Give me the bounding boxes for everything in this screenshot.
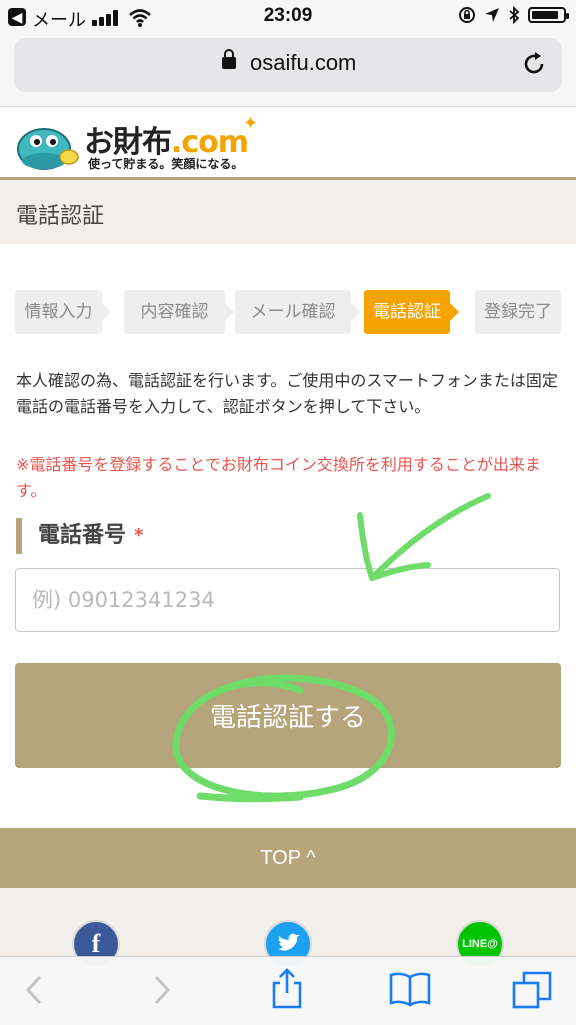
step-label: 登録完了 bbox=[484, 302, 552, 322]
mascot-logo-icon[interactable] bbox=[14, 119, 80, 171]
url-text[interactable]: osaifu.com bbox=[250, 50, 356, 76]
site-header: お財布.com ✦ 使って貯まる。笑顔になる。 bbox=[0, 107, 576, 180]
page-title-bar: 電話認証 bbox=[0, 180, 576, 244]
step-confirm: 内容確認 bbox=[124, 290, 234, 334]
step-label: 内容確認 bbox=[140, 302, 209, 322]
step-label: 電話認証 bbox=[373, 302, 441, 322]
phone-number-input[interactable] bbox=[15, 568, 560, 632]
step-label: メール確認 bbox=[250, 302, 336, 322]
forward-arrow-icon[interactable] bbox=[150, 973, 174, 1007]
annotation-arrow bbox=[357, 493, 491, 581]
bluetooth-icon bbox=[509, 6, 520, 24]
back-to-top-button[interactable]: TOP ^ bbox=[0, 828, 576, 888]
browser-chrome: osaifu.com bbox=[0, 34, 576, 107]
share-icon[interactable] bbox=[270, 967, 304, 1009]
back-arrow-icon[interactable] bbox=[22, 973, 46, 1007]
page-title: 電話認証 bbox=[16, 204, 105, 229]
battery-icon bbox=[528, 7, 569, 23]
lock-icon bbox=[222, 49, 236, 69]
tabs-icon[interactable] bbox=[512, 971, 552, 1009]
step-mail-confirm: メール確認 bbox=[235, 290, 360, 334]
bookmarks-icon[interactable] bbox=[388, 971, 432, 1007]
warning-text: ※電話番号を登録することでお財布コイン交換所を利用することが出来ます。 bbox=[16, 455, 541, 500]
step-complete: 登録完了 bbox=[475, 290, 561, 334]
instructions-text: 本人確認の為、電話認証を行います。ご使用中のスマートフォンまたは固定電話の電話番… bbox=[16, 371, 558, 416]
step-info-input: 情報入力 bbox=[15, 290, 111, 334]
orientation-lock-icon bbox=[459, 7, 475, 23]
location-icon bbox=[485, 8, 499, 22]
step-phone-auth: 電話認証 bbox=[364, 290, 459, 334]
reload-icon[interactable] bbox=[520, 50, 548, 78]
status-bar: ◀ メール 23:09 bbox=[0, 0, 576, 34]
progress-steps: 情報入力 内容確認 メール確認 電話認証 登録完了 bbox=[15, 290, 561, 334]
step-label: 情報入力 bbox=[24, 302, 93, 322]
required-mark: * bbox=[134, 525, 144, 546]
browser-toolbar bbox=[0, 956, 576, 1025]
logo-tagline: 使って貯まる。笑顔になる。 bbox=[88, 157, 244, 171]
phone-field-label: 電話番号 * bbox=[16, 518, 143, 554]
phone-verify-button[interactable]: 電話認証する bbox=[15, 663, 561, 768]
footer: f LINE@ bbox=[0, 888, 576, 968]
sparkle-icon: ✦ bbox=[243, 113, 259, 134]
address-bar[interactable]: osaifu.com bbox=[14, 38, 562, 92]
